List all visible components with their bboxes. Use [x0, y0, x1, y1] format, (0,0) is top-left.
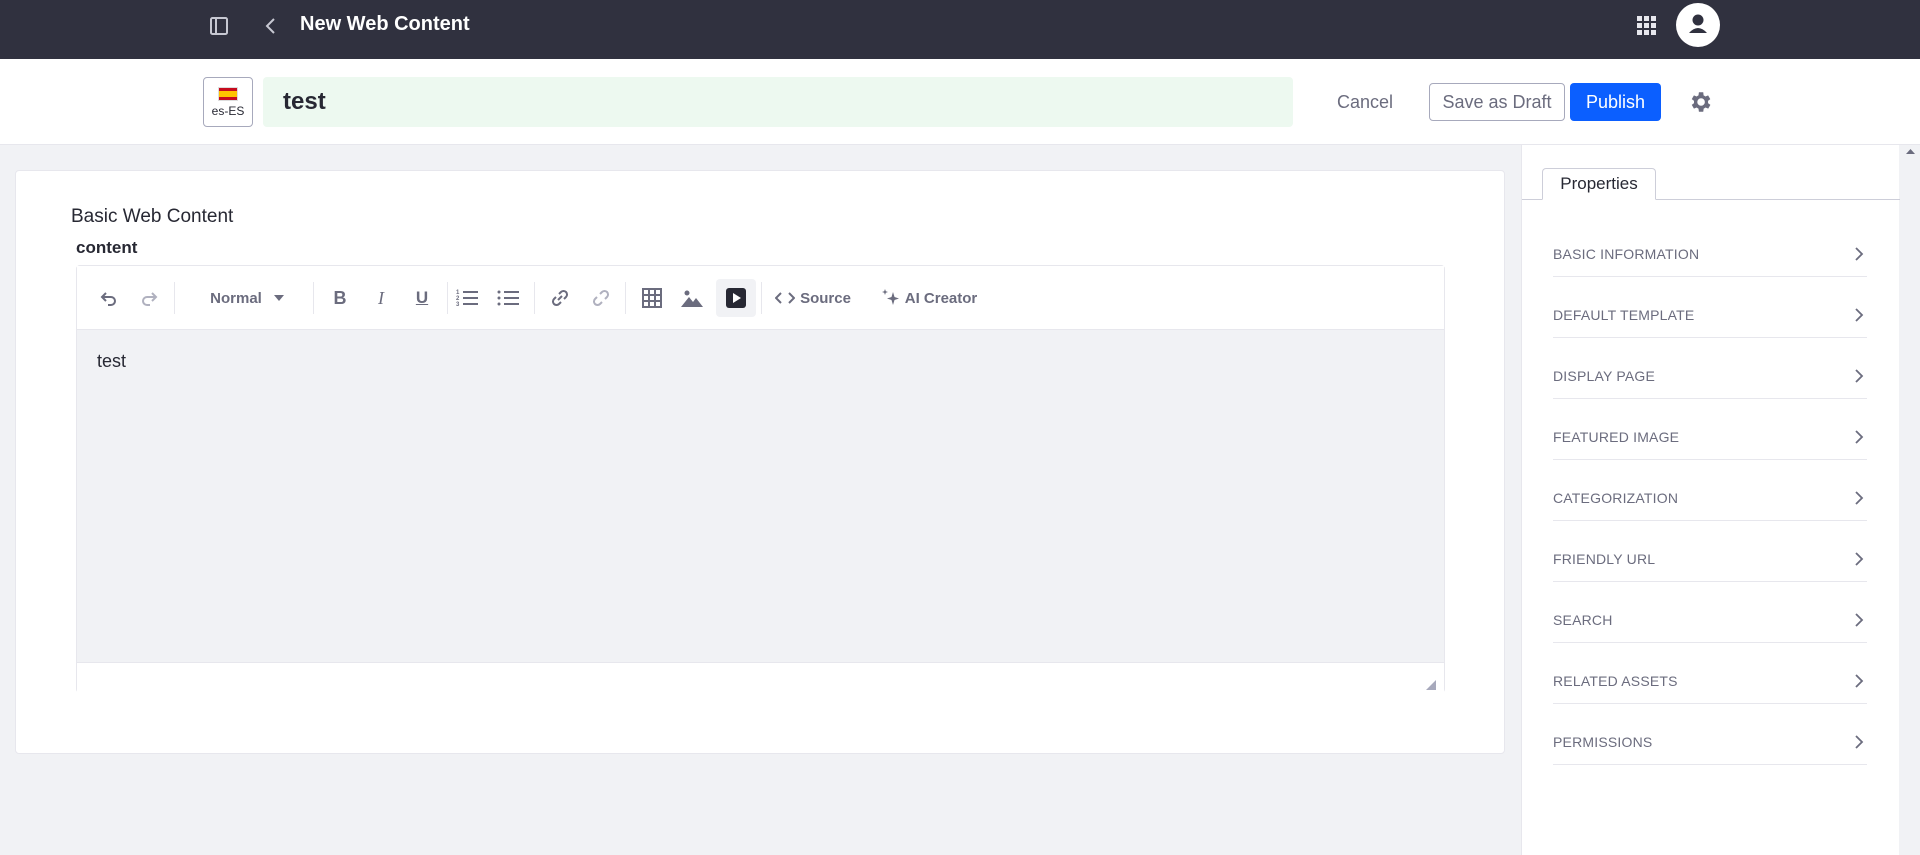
apps-grid-icon[interactable] — [1634, 13, 1658, 37]
chevron-right-icon — [1851, 611, 1867, 629]
toolbar-separator — [174, 282, 175, 314]
panel-related-assets[interactable]: RELATED ASSETS — [1553, 662, 1867, 704]
panel-label: RELATED ASSETS — [1553, 673, 1678, 689]
content-header: es-ES Cancel Save as Draft Publish — [0, 59, 1920, 145]
toolbar-separator — [447, 282, 448, 314]
panel-basic-information[interactable]: BASIC INFORMATION — [1553, 235, 1867, 277]
scrollbar-up-arrow-icon[interactable] — [1901, 145, 1920, 159]
underline-icon[interactable]: U — [409, 285, 435, 311]
panel-label: DEFAULT TEMPLATE — [1553, 307, 1695, 323]
page-title: New Web Content — [300, 13, 470, 35]
panel-default-template[interactable]: DEFAULT TEMPLATE — [1553, 296, 1867, 338]
chevron-right-icon — [1851, 672, 1867, 690]
resize-handle-icon[interactable] — [1426, 677, 1436, 690]
table-icon[interactable] — [639, 285, 665, 311]
sidebar-toggle-icon[interactable] — [208, 15, 230, 37]
chevron-right-icon — [1851, 245, 1867, 263]
editor-footer — [77, 662, 1444, 693]
panel-label: PERMISSIONS — [1553, 734, 1653, 750]
svg-text:3: 3 — [456, 302, 460, 308]
unlink-icon[interactable] — [588, 285, 614, 311]
chevron-right-icon — [1851, 367, 1867, 385]
ai-creator-button[interactable]: AI Creator — [877, 285, 981, 311]
panel-categorization[interactable]: CATEGORIZATION — [1553, 479, 1867, 521]
panel-label: FEATURED IMAGE — [1553, 429, 1680, 445]
rich-text-editor: Normal B I U 123 Source AI Creator test — [76, 265, 1445, 693]
content-form-card: Basic Web Content content Normal B I U 1… — [15, 170, 1505, 754]
properties-sidebar: Properties BASIC INFORMATION DEFAULT TEM… — [1521, 145, 1900, 855]
video-icon[interactable] — [716, 279, 756, 317]
source-button[interactable]: Source — [774, 285, 852, 311]
panel-label: CATEGORIZATION — [1553, 490, 1679, 506]
locale-code: es-ES — [211, 104, 245, 118]
toolbar-separator — [625, 282, 626, 314]
redo-icon[interactable] — [137, 285, 161, 311]
user-avatar-icon[interactable] — [1676, 3, 1720, 47]
chevron-right-icon — [1851, 306, 1867, 324]
editor-toolbar: Normal B I U 123 Source AI Creator — [77, 266, 1444, 330]
panel-label: FRIENDLY URL — [1553, 551, 1656, 567]
panel-friendly-url[interactable]: FRIENDLY URL — [1553, 540, 1867, 582]
gear-icon[interactable] — [1687, 89, 1713, 115]
chevron-right-icon — [1851, 733, 1867, 751]
panel-search[interactable]: SEARCH — [1553, 601, 1867, 643]
panel-featured-image[interactable]: FEATURED IMAGE — [1553, 418, 1867, 460]
cancel-button[interactable]: Cancel — [1325, 83, 1405, 121]
ai-creator-label: AI Creator — [904, 289, 978, 307]
editor-content-area[interactable]: test — [77, 330, 1444, 662]
locale-selector[interactable]: es-ES — [203, 77, 253, 127]
back-arrow-icon[interactable] — [260, 14, 282, 38]
panel-label: SEARCH — [1553, 612, 1613, 628]
publish-button[interactable]: Publish — [1570, 83, 1661, 121]
italic-icon[interactable]: I — [368, 285, 394, 311]
save-as-draft-button[interactable]: Save as Draft — [1429, 83, 1565, 121]
bold-icon[interactable]: B — [327, 285, 353, 311]
panel-label: DISPLAY PAGE — [1553, 368, 1655, 384]
structure-title: Basic Web Content — [71, 206, 234, 227]
source-label: Source — [800, 289, 851, 307]
flag-es-icon — [218, 87, 238, 101]
top-navigation-bar: New Web Content — [0, 0, 1920, 59]
panel-label: BASIC INFORMATION — [1553, 246, 1700, 262]
undo-icon[interactable] — [97, 285, 121, 311]
image-icon[interactable] — [679, 285, 705, 311]
paragraph-format-select[interactable]: Normal — [202, 285, 292, 311]
tab-properties[interactable]: Properties — [1542, 168, 1656, 200]
link-icon[interactable] — [547, 285, 573, 311]
field-label: content — [76, 238, 138, 257]
numbered-list-icon[interactable]: 123 — [454, 285, 480, 311]
panel-permissions[interactable]: PERMISSIONS — [1553, 723, 1867, 765]
title-input[interactable] — [263, 77, 1293, 127]
bulleted-list-icon[interactable] — [495, 285, 521, 311]
paragraph-format-label: Normal — [210, 289, 262, 307]
sparkles-icon — [881, 289, 899, 305]
toolbar-separator — [761, 282, 762, 314]
panel-display-page[interactable]: DISPLAY PAGE — [1553, 357, 1867, 399]
editor-text: test — [97, 351, 127, 371]
toolbar-separator — [534, 282, 535, 314]
chevron-right-icon — [1851, 489, 1867, 507]
toolbar-separator — [313, 282, 314, 314]
chevron-right-icon — [1851, 550, 1867, 568]
chevron-right-icon — [1851, 428, 1867, 446]
